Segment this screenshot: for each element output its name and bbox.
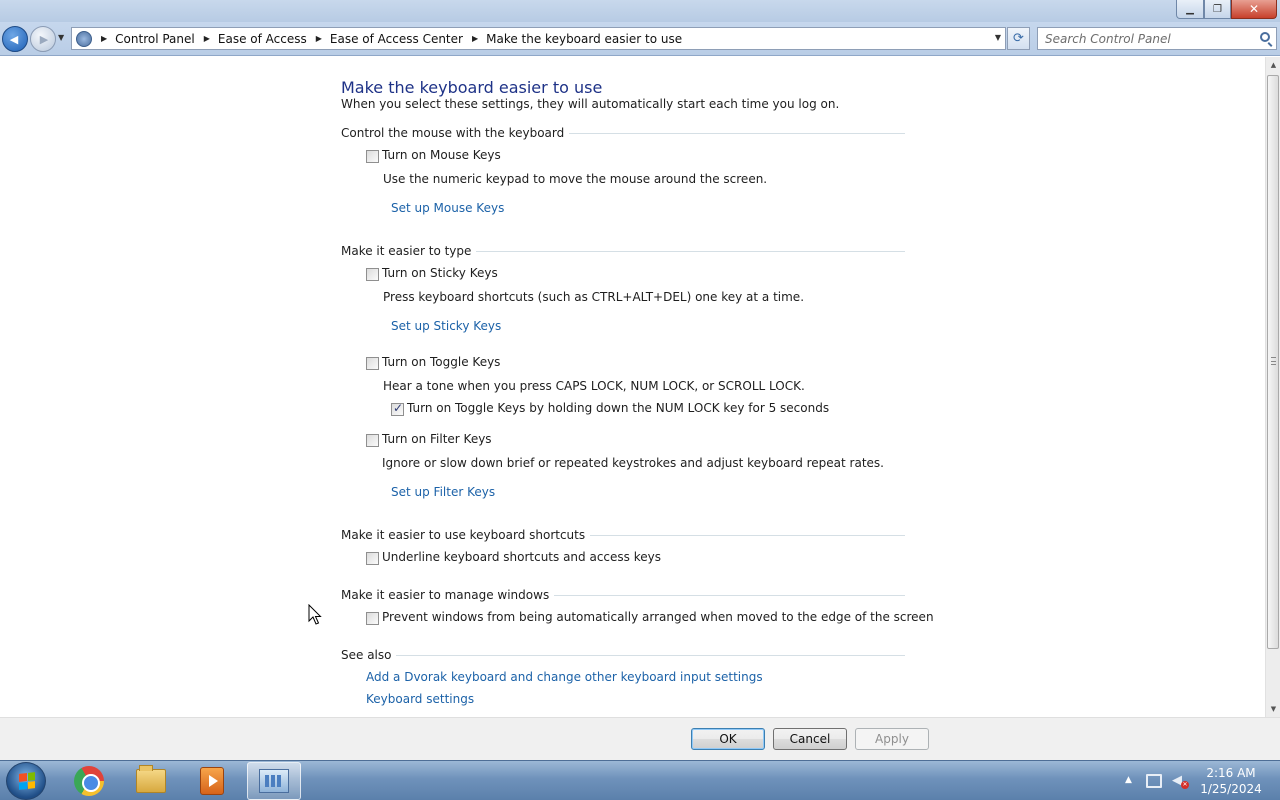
media-player-icon (200, 767, 224, 795)
section-shortcuts-title: Make it easier to use keyboard shortcuts (341, 528, 586, 542)
section-windows-header: Make it easier to manage windows (341, 588, 905, 602)
maximize-button[interactable]: ❐ (1204, 0, 1231, 19)
network-icon[interactable] (1146, 774, 1162, 788)
taskbar: ▲ ◀ ✕ 2:16 AM 1/25/2024 (0, 760, 1280, 800)
setup-sticky-keys-link[interactable]: Set up Sticky Keys (391, 319, 501, 333)
setup-filter-keys-link[interactable]: Set up Filter Keys (391, 485, 495, 499)
section-typing-title: Make it easier to type (341, 244, 472, 258)
section-see-also-header: See also (341, 648, 905, 662)
mouse-keys-label[interactable]: Turn on Mouse Keys (382, 148, 501, 162)
breadcrumb-separator-icon[interactable]: ▶ (101, 34, 107, 43)
scroll-up-arrow-icon[interactable]: ▲ (1266, 57, 1280, 73)
start-button[interactable] (6, 762, 46, 800)
dialog-button-bar: OK Cancel Apply (0, 717, 1280, 760)
mouse-keys-checkbox[interactable] (366, 150, 379, 163)
forward-button[interactable]: ▶ (30, 26, 56, 52)
mouse-keys-description: Use the numeric keypad to move the mouse… (383, 172, 768, 186)
section-mouse-header: Control the mouse with the keyboard (341, 126, 905, 140)
control-panel-icon (259, 769, 289, 793)
scroll-grip-icon (1271, 357, 1276, 365)
refresh-button[interactable]: ⟳ (1007, 27, 1030, 50)
breadcrumb-separator-icon[interactable]: ▶ (472, 34, 478, 43)
address-bar[interactable]: ▶ Control Panel ▶ Ease of Access ▶ Ease … (71, 27, 1006, 50)
show-hidden-icons-icon[interactable]: ▲ (1125, 775, 1132, 785)
prevent-arrange-label[interactable]: Prevent windows from being automatically… (382, 610, 934, 624)
back-button[interactable]: ◀ (2, 26, 28, 52)
taskbar-file-explorer[interactable] (124, 762, 178, 800)
section-shortcuts-header: Make it easier to use keyboard shortcuts (341, 528, 905, 542)
volume-muted-badge-icon: ✕ (1181, 781, 1189, 789)
search-icon[interactable] (1260, 32, 1270, 42)
filter-keys-checkbox[interactable] (366, 434, 379, 447)
apply-button[interactable]: Apply (855, 728, 929, 750)
scroll-thumb[interactable] (1267, 75, 1279, 649)
section-divider (396, 654, 905, 656)
scroll-down-arrow-icon[interactable]: ▼ (1266, 701, 1280, 717)
window-controls: ▁ ❐ ✕ (1176, 0, 1277, 19)
system-clock[interactable]: 2:16 AM 1/25/2024 (1196, 765, 1266, 797)
ok-button[interactable]: OK (691, 728, 765, 750)
back-arrow-icon: ◀ (9, 32, 19, 46)
clock-date: 1/25/2024 (1200, 782, 1262, 796)
page-title: Make the keyboard easier to use (341, 78, 603, 97)
setup-mouse-keys-link[interactable]: Set up Mouse Keys (391, 201, 504, 215)
sticky-keys-description: Press keyboard shortcuts (such as CTRL+A… (383, 290, 805, 304)
page-subtitle: When you select these settings, they wil… (341, 97, 840, 111)
content-pane: Make the keyboard easier to use When you… (0, 57, 1265, 717)
section-divider (476, 250, 905, 252)
sticky-keys-checkbox[interactable] (366, 268, 379, 281)
breadcrumb-separator-icon[interactable]: ▶ (316, 34, 322, 43)
section-divider (554, 594, 905, 596)
section-typing-header: Make it easier to type (341, 244, 905, 258)
search-box[interactable] (1037, 27, 1277, 50)
section-divider (590, 534, 905, 536)
filter-keys-label[interactable]: Turn on Filter Keys (382, 432, 492, 446)
underline-shortcuts-label[interactable]: Underline keyboard shortcuts and access … (382, 550, 661, 564)
dvorak-keyboard-link[interactable]: Add a Dvorak keyboard and change other k… (366, 670, 763, 684)
maximize-icon: ❐ (1213, 3, 1222, 15)
refresh-icon: ⟳ (1013, 31, 1024, 46)
window-titlebar: ▁ ❐ ✕ (0, 0, 1280, 22)
filter-keys-description: Ignore or slow down brief or repeated ke… (382, 456, 884, 470)
toggle-keys-checkbox[interactable] (366, 357, 379, 370)
control-panel-icon (76, 30, 92, 47)
breadcrumb-ease-of-access[interactable]: Ease of Access (218, 32, 307, 46)
cancel-button[interactable]: Cancel (773, 728, 847, 750)
sticky-keys-label[interactable]: Turn on Sticky Keys (382, 266, 498, 280)
toggle-keys-label[interactable]: Turn on Toggle Keys (382, 355, 500, 369)
taskbar-control-panel[interactable] (247, 762, 301, 800)
breadcrumb-control-panel[interactable]: Control Panel (115, 32, 195, 46)
section-windows-title: Make it easier to manage windows (341, 588, 550, 602)
address-dropdown-icon[interactable]: ▼ (995, 33, 1001, 42)
mouse-pointer-icon (308, 604, 322, 625)
breadcrumb-ease-of-access-center[interactable]: Ease of Access Center (330, 32, 463, 46)
breadcrumb-current-page[interactable]: Make the keyboard easier to use (486, 32, 682, 46)
recent-pages-dropdown-icon[interactable]: ▼ (58, 33, 64, 42)
section-mouse-title: Control the mouse with the keyboard (341, 126, 565, 140)
windows-logo-icon (19, 772, 35, 790)
minimize-button[interactable]: ▁ (1176, 0, 1204, 19)
taskbar-media-player[interactable] (185, 762, 239, 800)
underline-shortcuts-checkbox[interactable] (366, 552, 379, 565)
minimize-icon: ▁ (1186, 3, 1194, 15)
close-icon: ✕ (1248, 2, 1260, 16)
breadcrumb-separator-icon[interactable]: ▶ (204, 34, 210, 43)
toggle-keys-description: Hear a tone when you press CAPS LOCK, NU… (383, 379, 805, 393)
taskbar-chrome[interactable] (62, 762, 116, 800)
section-divider (569, 132, 905, 134)
toggle-keys-hold-label[interactable]: Turn on Toggle Keys by holding down the … (407, 401, 829, 415)
chrome-icon (74, 766, 104, 796)
section-see-also-title: See also (341, 648, 392, 662)
forward-arrow-icon: ▶ (39, 32, 49, 46)
keyboard-settings-link[interactable]: Keyboard settings (366, 692, 474, 706)
vertical-scrollbar[interactable]: ▲ ▼ (1265, 57, 1280, 717)
navigation-bar: ◀ ▶ ▼ ▶ Control Panel ▶ Ease of Access ▶… (0, 22, 1280, 56)
toggle-keys-hold-checkbox[interactable] (391, 401, 404, 416)
search-input[interactable] (1045, 29, 1255, 49)
prevent-arrange-checkbox[interactable] (366, 612, 379, 625)
file-explorer-icon (136, 765, 166, 793)
clock-time: 2:16 AM (1206, 766, 1256, 780)
close-button[interactable]: ✕ (1231, 0, 1277, 19)
